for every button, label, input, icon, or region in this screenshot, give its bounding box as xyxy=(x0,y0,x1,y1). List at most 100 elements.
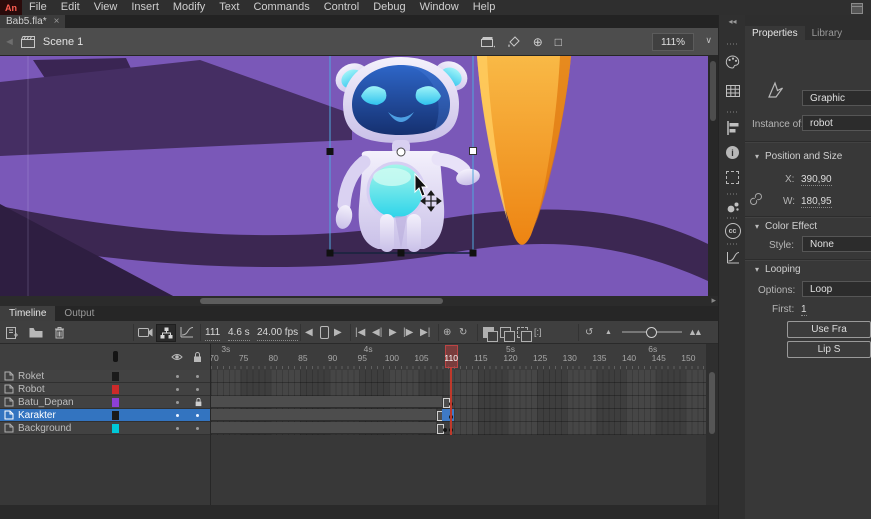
menu-item-control[interactable]: Control xyxy=(317,0,366,15)
info-panel-icon[interactable]: i xyxy=(719,146,746,159)
tab-timeline[interactable]: Timeline xyxy=(0,306,55,321)
motion-editor-button[interactable] xyxy=(180,324,194,340)
menu-item-insert[interactable]: Insert xyxy=(124,0,166,15)
layer-lock-dot[interactable] xyxy=(196,375,199,378)
scrollbar-thumb[interactable] xyxy=(200,298,443,304)
step-fwd-one-icon[interactable]: ▶ xyxy=(334,324,342,340)
camera-button[interactable] xyxy=(138,324,153,340)
layer-row-roket[interactable]: Roket xyxy=(0,370,210,383)
step-back-one-icon[interactable]: ◀ xyxy=(305,324,313,340)
layer-row-batu_depan[interactable]: Batu_Depan xyxy=(0,396,210,409)
layer-outline-color[interactable] xyxy=(112,398,119,407)
loop-options-dropdown[interactable]: Loop xyxy=(802,281,871,297)
tab-properties[interactable]: Properties xyxy=(745,26,805,40)
edit-symbols-icon[interactable] xyxy=(507,35,521,48)
stage-canvas[interactable] xyxy=(0,55,708,296)
swatches-panel-icon[interactable] xyxy=(719,85,746,97)
timeline-ruler[interactable]: 3s4s5s6s70758085909510010511011512012513… xyxy=(211,344,706,370)
instance-name-field[interactable]: robot xyxy=(802,115,871,131)
tab-library[interactable]: Library xyxy=(805,26,850,40)
menu-item-edit[interactable]: Edit xyxy=(54,0,87,15)
step-back-button[interactable]: ◀| xyxy=(372,324,382,340)
center-stage-icon[interactable]: ⊕ xyxy=(533,36,543,48)
layer-outline-color[interactable] xyxy=(112,385,119,394)
timeline-horizontal-scrollbar[interactable] xyxy=(0,505,718,519)
center-frame-button[interactable]: ⊕ xyxy=(443,324,451,340)
layer-row-background[interactable]: Background xyxy=(0,422,210,435)
keyframe-dot[interactable] xyxy=(443,428,447,432)
lip-syncing-button[interactable]: Lip S xyxy=(787,341,871,358)
chevron-down-icon[interactable]: ∨ xyxy=(705,35,712,46)
frame-area[interactable]: 3s4s5s6s70758085909510010511011512012513… xyxy=(211,344,706,505)
frame-span[interactable] xyxy=(211,409,436,421)
use-frame-picker-button[interactable]: Use Fra xyxy=(787,321,871,338)
layer-visibility-dot[interactable] xyxy=(176,388,179,391)
new-layer-button[interactable] xyxy=(5,324,18,340)
stage-vertical-scrollbar[interactable] xyxy=(708,55,718,296)
zoom-level-select[interactable]: 111% xyxy=(652,33,694,51)
layer-lock-dot[interactable] xyxy=(196,414,199,417)
document-tab[interactable]: Bab5.fla* × xyxy=(0,15,65,28)
section-position-size[interactable]: Position and Size xyxy=(755,151,842,162)
go-to-last-frame-button[interactable]: ▶| xyxy=(420,324,430,340)
layer-visibility-dot[interactable] xyxy=(176,427,179,430)
edit-multiple-frames-button[interactable] xyxy=(517,324,528,340)
w-value[interactable]: 180,95 xyxy=(801,196,832,208)
workspace-icon[interactable] xyxy=(851,3,863,14)
symbol-type-dropdown[interactable]: Graphic xyxy=(802,90,871,106)
layer-locked-icon[interactable] xyxy=(194,397,203,407)
brush-library-icon[interactable] xyxy=(719,201,746,214)
color-panel-icon[interactable] xyxy=(719,55,746,69)
menu-item-text[interactable]: Text xyxy=(212,0,246,15)
onion-skin-outlines-button[interactable] xyxy=(500,324,511,340)
tab-output[interactable]: Output xyxy=(55,306,103,321)
style-dropdown[interactable]: None xyxy=(802,236,871,252)
back-icon[interactable]: ◄ xyxy=(4,36,15,48)
motion-presets-icon[interactable] xyxy=(719,251,746,264)
app-logo[interactable]: An xyxy=(0,0,22,15)
edit-scene-icon[interactable] xyxy=(481,36,495,48)
link-width-height-icon[interactable] xyxy=(749,192,763,206)
onion-skin-button[interactable] xyxy=(483,324,494,340)
timeline-zoom-slider[interactable] xyxy=(622,331,682,333)
cc-libraries-icon[interactable]: cc xyxy=(719,223,746,239)
first-frame-value[interactable]: 1 xyxy=(801,304,807,316)
modify-markers-button[interactable]: [:] xyxy=(534,324,542,340)
menu-item-commands[interactable]: Commands xyxy=(246,0,316,15)
layer-outline-color[interactable] xyxy=(112,372,119,381)
layer-outline-color[interactable] xyxy=(112,411,119,420)
new-folder-button[interactable] xyxy=(29,324,43,340)
layer-visibility-dot[interactable] xyxy=(176,401,179,404)
slider-thumb[interactable] xyxy=(646,327,657,338)
timeline-zoom-out-icon[interactable]: ▲ xyxy=(605,324,612,340)
section-color-effect[interactable]: Color Effect xyxy=(755,221,817,232)
frame-span[interactable] xyxy=(211,396,442,408)
align-panel-icon[interactable] xyxy=(719,121,746,135)
layer-parenting-button[interactable] xyxy=(156,324,176,342)
menu-item-modify[interactable]: Modify xyxy=(166,0,212,15)
current-frame-indicator[interactable]: 111 xyxy=(205,324,220,341)
menu-item-help[interactable]: Help xyxy=(466,0,503,15)
go-to-first-frame-button[interactable]: |◀ xyxy=(355,324,365,340)
play-button[interactable]: ▶ xyxy=(389,324,397,340)
scene-name[interactable]: Scene 1 xyxy=(43,36,83,48)
menu-item-window[interactable]: Window xyxy=(413,0,466,15)
frame-rate-indicator[interactable]: 24.00 fps xyxy=(257,324,298,341)
layer-lock-dot[interactable] xyxy=(196,388,199,391)
menu-item-debug[interactable]: Debug xyxy=(366,0,412,15)
reset-timeline-zoom-button[interactable]: ↺ xyxy=(585,324,593,340)
close-icon[interactable]: × xyxy=(54,16,60,27)
clip-content-icon[interactable]: □ xyxy=(555,36,562,48)
layer-outline-color[interactable] xyxy=(112,424,119,433)
layer-row-karakter[interactable]: Karakter xyxy=(0,409,210,422)
step-forward-button[interactable]: |▶ xyxy=(403,324,413,340)
scroll-right-icon[interactable]: ▸ xyxy=(711,295,716,306)
menu-item-file[interactable]: File xyxy=(22,0,54,15)
layer-row-robot[interactable]: Robot xyxy=(0,383,210,396)
lock-icon[interactable] xyxy=(192,351,203,363)
menu-item-view[interactable]: View xyxy=(87,0,125,15)
timeline-zoom-in-icon[interactable]: ▲▲ xyxy=(688,324,700,340)
frame-span[interactable] xyxy=(211,422,436,434)
layer-visibility-dot[interactable] xyxy=(176,375,179,378)
collapse-panels-icon[interactable]: ◂◂ xyxy=(719,17,746,26)
